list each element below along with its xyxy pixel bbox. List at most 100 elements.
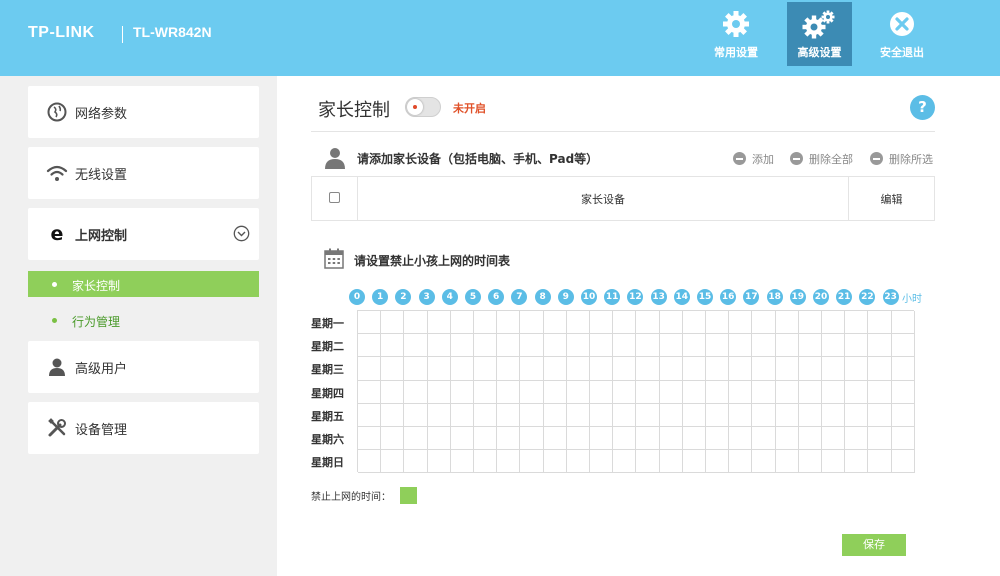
schedule-cell[interactable] (682, 403, 706, 427)
schedule-cell[interactable] (845, 334, 869, 358)
schedule-cell[interactable] (706, 380, 730, 404)
schedule-cell[interactable] (868, 380, 892, 404)
schedule-cell[interactable] (706, 311, 730, 335)
schedule-cell[interactable] (729, 403, 753, 427)
schedule-cell[interactable] (729, 427, 753, 451)
schedule-cell[interactable] (891, 311, 915, 335)
sidebar-item-wireless[interactable]: 无线设置 (28, 147, 259, 199)
schedule-cell[interactable] (891, 450, 915, 474)
schedule-cell[interactable] (450, 380, 474, 404)
schedule-cell[interactable] (891, 427, 915, 451)
schedule-cell[interactable] (752, 450, 776, 474)
schedule-cell[interactable] (450, 450, 474, 474)
schedule-cell[interactable] (497, 357, 521, 381)
schedule-cell[interactable] (775, 311, 799, 335)
schedule-cell[interactable] (427, 311, 451, 335)
schedule-cell[interactable] (474, 357, 498, 381)
schedule-cell[interactable] (566, 357, 590, 381)
schedule-cell[interactable] (474, 311, 498, 335)
schedule-cell[interactable] (682, 357, 706, 381)
sidebar-subitem-parental-control[interactable]: 家长控制 (28, 271, 259, 297)
schedule-cell[interactable] (497, 311, 521, 335)
schedule-cell[interactable] (474, 380, 498, 404)
schedule-cell[interactable] (752, 311, 776, 335)
schedule-cell[interactable] (566, 311, 590, 335)
schedule-cell[interactable] (682, 427, 706, 451)
schedule-cell[interactable] (822, 403, 846, 427)
schedule-cell[interactable] (590, 380, 614, 404)
schedule-cell[interactable] (868, 334, 892, 358)
schedule-cell[interactable] (822, 427, 846, 451)
schedule-cell[interactable] (706, 334, 730, 358)
schedule-cell[interactable] (729, 450, 753, 474)
schedule-cell[interactable] (474, 403, 498, 427)
schedule-cell[interactable] (659, 334, 683, 358)
schedule-cell[interactable] (775, 450, 799, 474)
schedule-cell[interactable] (636, 450, 660, 474)
schedule-cell[interactable] (590, 311, 614, 335)
schedule-cell[interactable] (659, 450, 683, 474)
schedule-cell[interactable] (520, 380, 544, 404)
schedule-cell[interactable] (520, 311, 544, 335)
schedule-cell[interactable] (845, 357, 869, 381)
schedule-cell[interactable] (427, 450, 451, 474)
schedule-cell[interactable] (566, 403, 590, 427)
schedule-cell[interactable] (636, 380, 660, 404)
schedule-cell[interactable] (590, 450, 614, 474)
schedule-cell[interactable] (822, 450, 846, 474)
schedule-cell[interactable] (566, 380, 590, 404)
schedule-cell[interactable] (706, 450, 730, 474)
schedule-cell[interactable] (497, 380, 521, 404)
schedule-cell[interactable] (358, 403, 382, 427)
schedule-cell[interactable] (520, 334, 544, 358)
schedule-cell[interactable] (798, 450, 822, 474)
schedule-cell[interactable] (358, 311, 382, 335)
schedule-cell[interactable] (613, 427, 637, 451)
schedule-cell[interactable] (659, 311, 683, 335)
schedule-cell[interactable] (358, 427, 382, 451)
schedule-cell[interactable] (775, 380, 799, 404)
schedule-cell[interactable] (798, 380, 822, 404)
schedule-cell[interactable] (497, 450, 521, 474)
schedule-cell[interactable] (752, 334, 776, 358)
schedule-cell[interactable] (868, 427, 892, 451)
select-all-checkbox[interactable] (329, 191, 340, 203)
schedule-cell[interactable] (358, 380, 382, 404)
schedule-cell[interactable] (543, 334, 567, 358)
sidebar-item-device-management[interactable]: 设备管理 (28, 402, 259, 454)
schedule-cell[interactable] (682, 334, 706, 358)
schedule-cell[interactable] (427, 357, 451, 381)
schedule-cell[interactable] (427, 427, 451, 451)
schedule-cell[interactable] (474, 450, 498, 474)
schedule-cell[interactable] (381, 450, 405, 474)
schedule-cell[interactable] (497, 403, 521, 427)
schedule-cell[interactable] (775, 334, 799, 358)
schedule-cell[interactable] (822, 380, 846, 404)
schedule-cell[interactable] (543, 427, 567, 451)
schedule-cell[interactable] (520, 427, 544, 451)
schedule-cell[interactable] (381, 334, 405, 358)
schedule-cell[interactable] (450, 357, 474, 381)
schedule-cell[interactable] (543, 357, 567, 381)
schedule-cell[interactable] (381, 380, 405, 404)
schedule-cell[interactable] (729, 311, 753, 335)
schedule-cell[interactable] (798, 357, 822, 381)
schedule-cell[interactable] (845, 380, 869, 404)
schedule-cell[interactable] (450, 334, 474, 358)
schedule-cell[interactable] (729, 380, 753, 404)
schedule-cell[interactable] (891, 380, 915, 404)
schedule-cell[interactable] (775, 427, 799, 451)
schedule-cell[interactable] (358, 357, 382, 381)
parental-control-toggle[interactable] (405, 97, 441, 117)
schedule-cell[interactable] (845, 403, 869, 427)
schedule-cell[interactable] (636, 311, 660, 335)
schedule-cell[interactable] (659, 403, 683, 427)
schedule-cell[interactable] (613, 311, 637, 335)
schedule-cell[interactable] (566, 334, 590, 358)
schedule-cell[interactable] (613, 357, 637, 381)
schedule-cell[interactable] (381, 357, 405, 381)
schedule-cell[interactable] (868, 450, 892, 474)
schedule-cell[interactable] (427, 380, 451, 404)
schedule-cell[interactable] (590, 357, 614, 381)
schedule-cell[interactable] (404, 357, 428, 381)
